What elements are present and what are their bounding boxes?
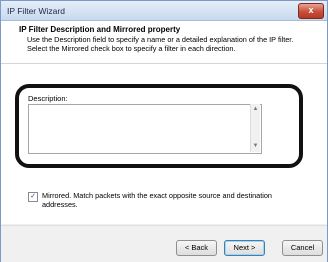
description-label: Description: [28,94,68,103]
mirrored-label-line-1: Mirrored. Match packets with the exact o… [42,191,272,200]
page-description-line-1: Use the Description field to specify a n… [27,35,294,44]
window-title: IP Filter Wizard [7,6,65,16]
wizard-header: IP Filter Description and Mirrored prope… [1,21,327,64]
page-title: IP Filter Description and Mirrored prope… [19,25,181,34]
cancel-button[interactable]: Cancel [282,240,323,256]
description-textarea[interactable] [28,104,262,154]
mirrored-label-line-2: addresses. [42,200,78,209]
back-button[interactable]: < Back [176,240,217,256]
mirrored-label[interactable]: Mirrored. Match packets with the exact o… [42,191,292,209]
mirrored-checkbox[interactable]: ✓ [28,192,38,202]
close-button[interactable]: x [298,3,324,19]
wizard-content: Description: ▲ ▼ ✓ Mirrored. Match packe… [1,64,327,224]
title-bar[interactable]: IP Filter Wizard x [1,1,327,21]
next-button[interactable]: Next > [224,240,265,256]
wizard-footer: < Back Next > Cancel [1,225,327,262]
ip-filter-wizard-window: IP Filter Wizard x IP Filter Description… [0,0,328,262]
page-description: Use the Description field to specify a n… [27,35,321,53]
page-description-line-2: Select the Mirrored check box to specify… [27,44,236,53]
